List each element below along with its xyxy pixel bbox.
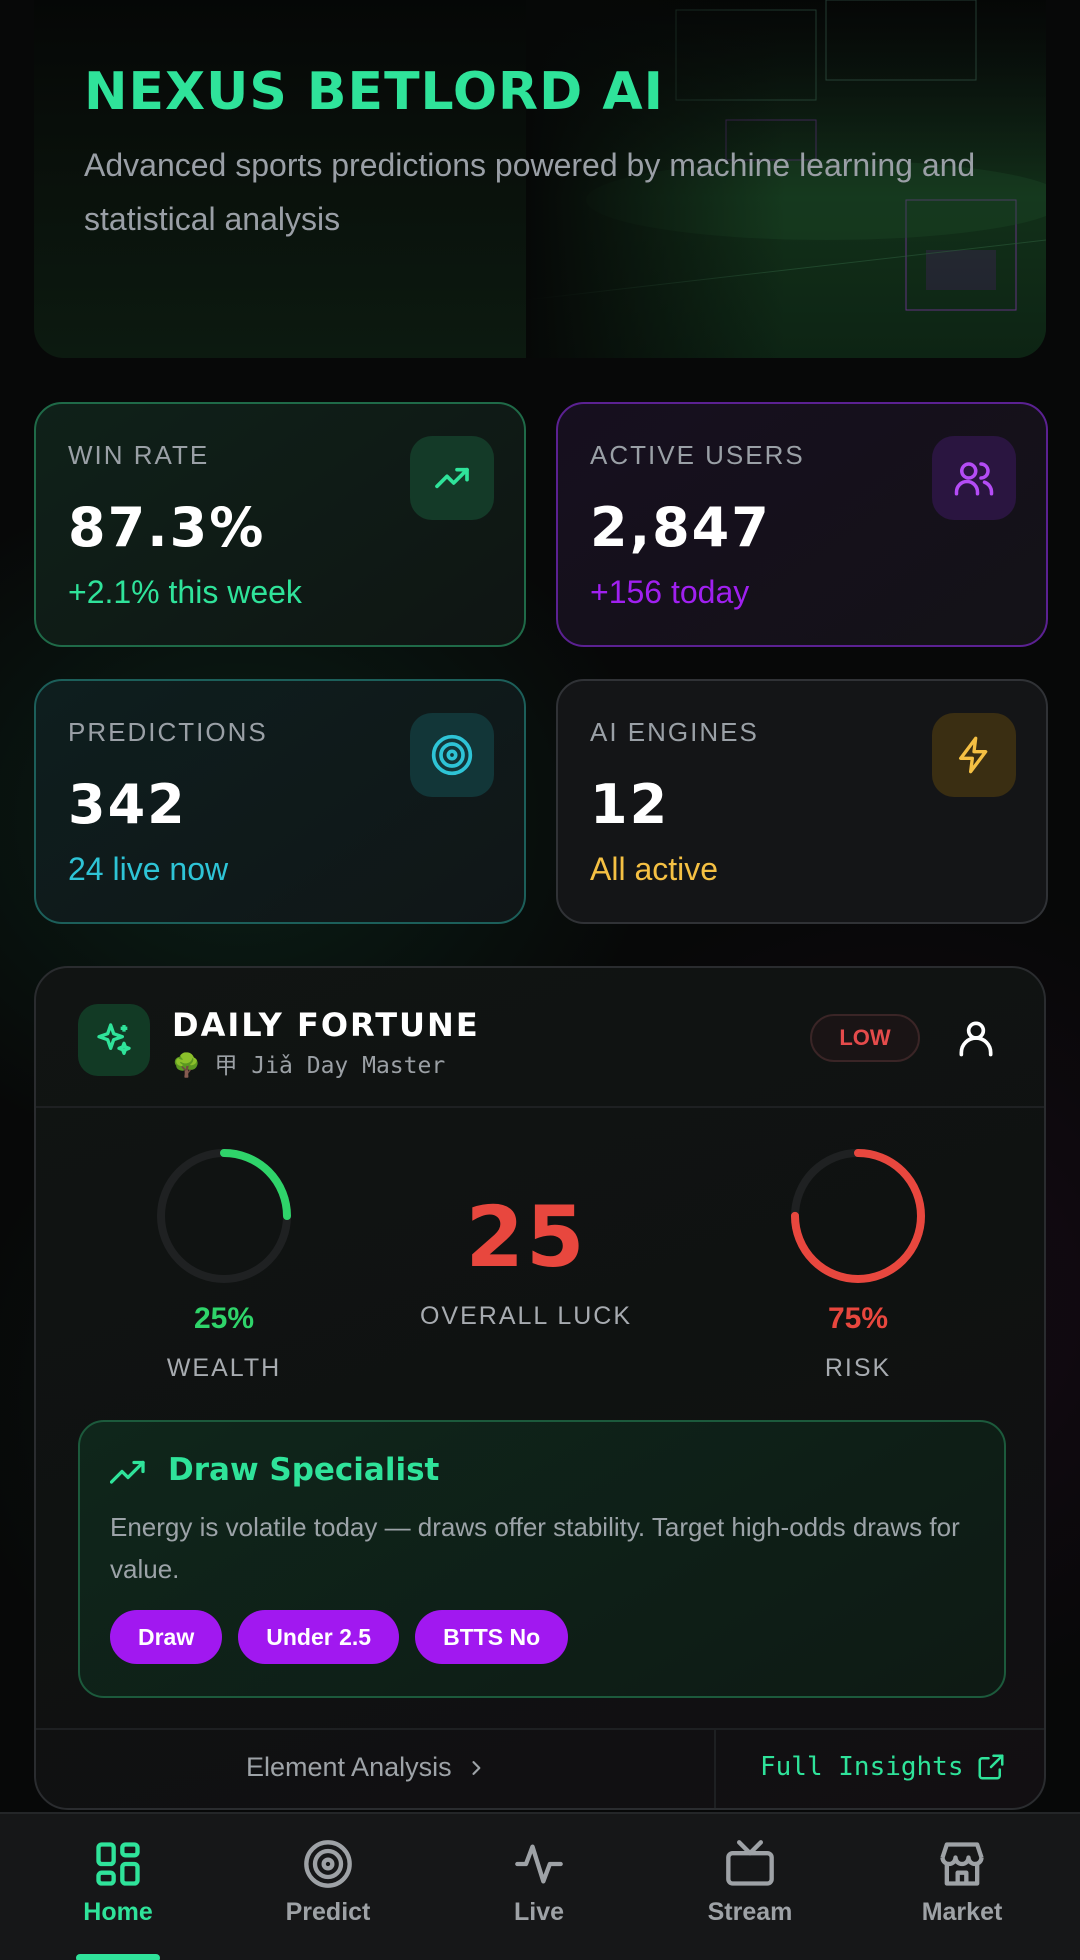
user-icon[interactable] <box>954 1016 998 1060</box>
nav-item-market[interactable]: Market <box>882 1838 1042 1927</box>
nav-label: Predict <box>285 1898 371 1926</box>
pulse-icon <box>515 1844 563 1884</box>
nav-item-predict[interactable]: Predict <box>248 1838 408 1927</box>
strategy-title: Draw Specialist <box>168 1452 440 1488</box>
header-divider <box>36 1106 1044 1108</box>
daily-fortune-card: DAILY FORTUNE 🌳 甲 Jiǎ Day Master LOW 25%… <box>34 966 1046 1810</box>
store-icon <box>940 1842 984 1886</box>
tag-chip[interactable]: Draw <box>110 1610 223 1664</box>
footer-vertical-divider <box>714 1730 716 1808</box>
tag-chip[interactable]: Under 2.5 <box>238 1610 400 1664</box>
risk-gauge <box>791 1149 925 1283</box>
full-insights-link[interactable]: Full Insights <box>760 1752 1006 1782</box>
trending-up-icon <box>110 1460 145 1484</box>
risk-percent: 75% <box>827 1302 889 1335</box>
stat-label: WIN RATE <box>68 440 210 470</box>
hero-banner: NEXUS BETLORD AI Advanced sports predict… <box>34 0 1046 358</box>
stat-card-win-rate[interactable]: WIN RATE 87.3% +2.1% this week <box>34 402 526 647</box>
stat-card-ai-engines[interactable]: AI ENGINES 12 All active <box>556 679 1048 924</box>
overall-luck-value: 25 <box>465 1188 587 1286</box>
strategy-tip-box: Draw Specialist Energy is volatile today… <box>78 1420 1006 1698</box>
stat-value: 2,847 <box>590 496 771 559</box>
bet-tags: Draw Under 2.5 BTTS No <box>110 1610 569 1664</box>
grid-icon <box>96 1842 140 1886</box>
target-icon <box>410 713 494 797</box>
wealth-gauge <box>157 1149 291 1283</box>
nav-label: Market <box>921 1898 1003 1926</box>
stat-delta: +2.1% this week <box>68 574 302 610</box>
stat-value: 342 <box>68 773 187 836</box>
nav-item-live[interactable]: Live <box>459 1838 619 1927</box>
users-icon <box>932 436 1016 520</box>
tv-icon <box>726 1840 774 1886</box>
active-tab-indicator <box>76 1954 160 1960</box>
stat-delta: +156 today <box>590 574 750 610</box>
stat-value: 12 <box>590 773 670 836</box>
nav-item-home[interactable]: Home <box>38 1838 198 1927</box>
nav-item-stream[interactable]: Stream <box>670 1838 830 1927</box>
bottom-navigation: Home Predict Live Stream Market <box>0 1812 1080 1960</box>
element-analysis-label: Element Analysis <box>246 1752 452 1782</box>
app-title: NEXUS BETLORD AI <box>84 62 664 122</box>
tag-chip[interactable]: BTTS No <box>415 1610 569 1664</box>
nav-label: Live <box>513 1898 565 1926</box>
strategy-description: Energy is volatile today — draws offer s… <box>110 1512 960 1584</box>
stat-card-active-users[interactable]: ACTIVE USERS 2,847 +156 today <box>556 402 1048 647</box>
external-link-icon <box>978 1754 1003 1780</box>
overall-luck-label: OVERALL LUCK <box>419 1302 633 1330</box>
stat-label: ACTIVE USERS <box>590 440 805 470</box>
stat-delta: 24 live now <box>68 851 229 887</box>
stat-label: AI ENGINES <box>590 717 759 747</box>
sparkles-icon <box>78 1004 150 1076</box>
footer-divider <box>36 1728 1044 1730</box>
stat-card-predictions[interactable]: PREDICTIONS 342 24 live now <box>34 679 526 924</box>
wealth-percent: 25% <box>193 1302 255 1335</box>
trending-up-icon <box>410 436 494 520</box>
fortune-day-master: 🌳 甲 Jiǎ Day Master <box>172 1053 446 1079</box>
nav-label: Home <box>83 1898 153 1926</box>
full-insights-label: Full Insights <box>760 1752 964 1782</box>
risk-label: RISK <box>824 1354 892 1382</box>
element-analysis-link[interactable]: Element Analysis <box>246 1752 486 1783</box>
luck-level-badge: LOW <box>810 1014 920 1062</box>
stat-value: 87.3% <box>68 496 266 559</box>
stat-label: PREDICTIONS <box>68 717 268 747</box>
lightning-icon <box>932 713 1016 797</box>
fortune-title: DAILY FORTUNE <box>172 1006 480 1044</box>
chevron-right-icon <box>472 1760 481 1775</box>
app-subtitle: Advanced sports predictions powered by m… <box>84 147 976 237</box>
wealth-label: WEALTH <box>166 1354 282 1382</box>
nav-label: Stream <box>707 1898 793 1926</box>
target-icon <box>304 1840 352 1888</box>
stat-delta: All active <box>590 851 719 887</box>
